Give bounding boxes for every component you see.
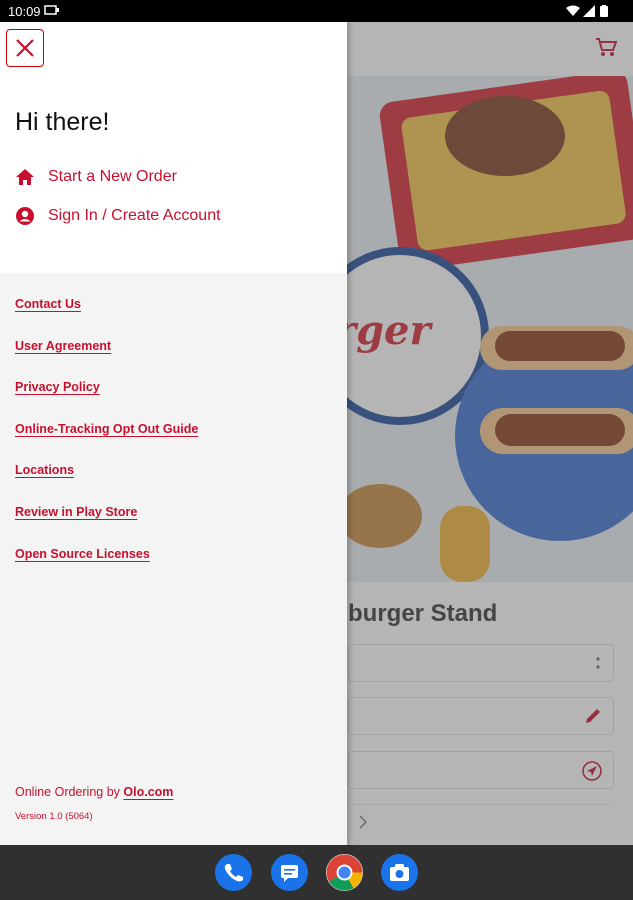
sign-in-label: Sign In / Create Account bbox=[48, 207, 221, 224]
app-content: rger burger Stand Hi there! Start a New … bbox=[0, 22, 633, 845]
phone-icon bbox=[224, 864, 243, 882]
phone-app-button[interactable] bbox=[215, 854, 252, 891]
greeting-heading: Hi there! bbox=[15, 108, 110, 136]
messages-app-button[interactable] bbox=[271, 854, 308, 891]
locations-link[interactable]: Locations bbox=[15, 462, 198, 504]
system-dock bbox=[0, 845, 633, 900]
camera-icon bbox=[390, 864, 409, 881]
drawer-header: Hi there! Start a New Order Sign In / Cr… bbox=[0, 22, 347, 273]
open-source-licenses-link[interactable]: Open Source Licenses bbox=[15, 546, 198, 588]
review-play-store-link[interactable]: Review in Play Store bbox=[15, 504, 198, 546]
chrome-icon bbox=[326, 854, 363, 891]
footer-prefix: Online Ordering by bbox=[15, 785, 124, 799]
camera-app-button[interactable] bbox=[381, 854, 418, 891]
notification-icon bbox=[44, 5, 59, 15]
messages-icon bbox=[281, 865, 298, 882]
close-icon bbox=[16, 39, 34, 57]
wifi-icon bbox=[566, 5, 580, 16]
user-agreement-link[interactable]: User Agreement bbox=[15, 338, 198, 380]
navigation-drawer: Hi there! Start a New Order Sign In / Cr… bbox=[0, 22, 347, 845]
start-new-order-link[interactable]: Start a New Order bbox=[15, 165, 177, 189]
contact-us-link[interactable]: Contact Us bbox=[15, 296, 198, 338]
sign-in-link[interactable]: Sign In / Create Account bbox=[15, 204, 221, 228]
close-button[interactable] bbox=[6, 29, 44, 67]
tracking-opt-out-link[interactable]: Online-Tracking Opt Out Guide bbox=[15, 421, 198, 463]
status-time: 10:09 bbox=[8, 4, 41, 19]
start-new-order-label: Start a New Order bbox=[48, 168, 177, 185]
drawer-links: Contact Us User Agreement Privacy Policy… bbox=[15, 296, 198, 587]
olo-link[interactable]: Olo.com bbox=[123, 785, 173, 799]
account-circle-icon bbox=[16, 207, 34, 225]
status-bar: 10:09 bbox=[0, 0, 633, 22]
footer-credit: Online Ordering by Olo.com bbox=[15, 785, 173, 799]
home-icon bbox=[16, 169, 34, 185]
chrome-app-button[interactable] bbox=[326, 854, 363, 891]
version-label: Version 1.0 (5064) bbox=[15, 811, 93, 822]
privacy-policy-link[interactable]: Privacy Policy bbox=[15, 379, 198, 421]
signal-icon bbox=[583, 5, 595, 17]
battery-icon bbox=[600, 5, 608, 17]
